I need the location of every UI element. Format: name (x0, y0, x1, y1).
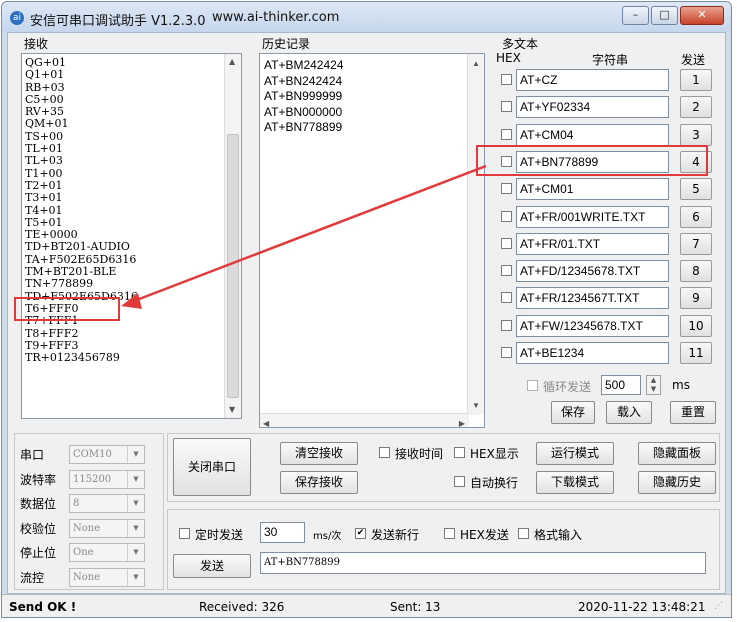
annotation-arrow-line (133, 164, 487, 303)
annotation-arrow (121, 164, 487, 309)
annotation-arrow-head (121, 293, 142, 309)
